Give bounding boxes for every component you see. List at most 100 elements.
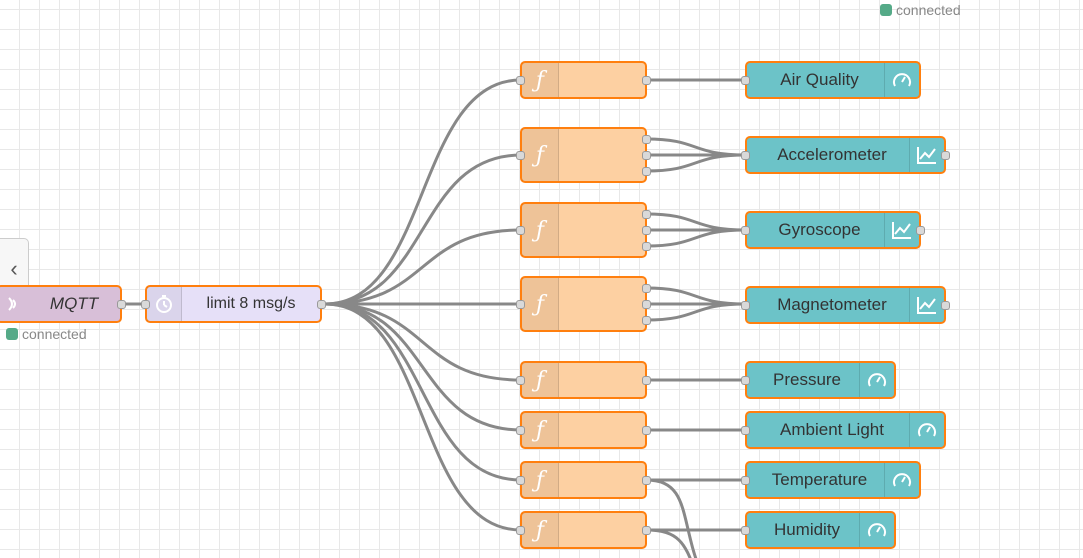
delay-node[interactable]: limit 8 msg/s [141, 285, 326, 323]
input-port[interactable] [741, 376, 750, 385]
input-port[interactable] [516, 376, 525, 385]
flow-canvas[interactable]: connected ‹ MQTT connected limit 8 msg/s… [0, 0, 1083, 558]
mqtt-status: connected [6, 326, 87, 342]
node-label: Magnetometer [777, 295, 887, 314]
mqtt-in-node[interactable]: MQTT [0, 285, 126, 323]
output-port[interactable] [642, 426, 651, 435]
input-port[interactable] [516, 151, 525, 160]
output-port[interactable] [642, 476, 651, 485]
dashboard-node-temperature[interactable]: Temperature [741, 461, 921, 499]
node-label: Air Quality [780, 70, 859, 89]
timer-icon [147, 287, 182, 321]
node-label: Pressure [772, 370, 842, 389]
input-port[interactable] [516, 76, 525, 85]
chart-icon [884, 213, 919, 247]
node-label: Ambient Light [780, 420, 884, 439]
status-text: connected [896, 2, 961, 18]
dashboard-node-magnetometer[interactable]: Magnetometer [741, 286, 950, 324]
wire-fn3a-out3 [645, 212, 747, 232]
function-icon: ƒ [522, 363, 559, 397]
output-port[interactable] [642, 316, 651, 325]
input-port[interactable] [141, 300, 150, 309]
function-node[interactable]: ƒ [516, 361, 651, 399]
wire-delay-fn6 [324, 302, 522, 432]
input-port[interactable] [516, 476, 525, 485]
wire-delay-fn7 [324, 302, 522, 482]
output-port[interactable] [941, 151, 950, 160]
input-port[interactable] [516, 426, 525, 435]
gauge-icon [859, 513, 894, 547]
input-port[interactable] [741, 426, 750, 435]
node-label: Gyroscope [778, 220, 861, 239]
function-icon: ƒ [522, 204, 559, 256]
function-node[interactable]: ƒ [516, 276, 651, 332]
input-port[interactable] [741, 301, 750, 310]
function-icon: ƒ [522, 278, 559, 330]
dashboard-node-gyroscope[interactable]: Gyroscope [741, 211, 925, 249]
dashboard-node-humidity[interactable]: Humidity [741, 511, 896, 549]
input-port[interactable] [741, 476, 750, 485]
output-port[interactable] [642, 526, 651, 535]
wireless-icon [0, 287, 28, 321]
input-port[interactable] [741, 226, 750, 235]
wire-delay-fn3 [324, 228, 522, 306]
gauge-icon [909, 413, 944, 447]
status-dot [880, 4, 892, 16]
chevron-left-icon: ‹ [10, 256, 18, 281]
function-node[interactable]: ƒ [516, 411, 651, 449]
wire-delay-fn2 [324, 153, 522, 306]
output-port[interactable] [941, 301, 950, 310]
dashboard-node-accelerometer[interactable]: Accelerometer [741, 136, 950, 174]
output-port[interactable] [642, 76, 651, 85]
output-port[interactable] [642, 376, 651, 385]
dashboard-node-air-quality[interactable]: Air Quality [741, 61, 921, 99]
node-label: Temperature [771, 470, 868, 489]
status-text: connected [22, 326, 87, 342]
output-port[interactable] [642, 242, 651, 251]
output-port[interactable] [642, 167, 651, 176]
gauge-icon [884, 63, 919, 97]
status-dot [6, 328, 18, 340]
function-node[interactable]: ƒ [516, 127, 651, 183]
wire-fn2a-out2 [645, 137, 747, 157]
output-port[interactable] [317, 300, 326, 309]
function-icon: ƒ [522, 129, 559, 181]
input-port[interactable] [516, 526, 525, 535]
wire-fn4a-out4 [645, 286, 747, 306]
output-port[interactable] [642, 226, 651, 235]
input-port[interactable] [516, 300, 525, 309]
chart-icon [909, 138, 944, 172]
function-node[interactable]: ƒ [516, 461, 651, 499]
function-icon: ƒ [522, 63, 559, 97]
input-port[interactable] [741, 151, 750, 160]
function-node[interactable]: ƒ [516, 511, 651, 549]
chart-icon [909, 288, 944, 322]
wire-delay-fn1 [324, 78, 522, 306]
function-node[interactable]: ƒ [516, 61, 651, 99]
input-port[interactable] [741, 76, 750, 85]
gauge-icon [884, 463, 919, 497]
output-port[interactable] [117, 300, 126, 309]
wire-fn2c-out2 [645, 153, 747, 173]
delay-node-label: limit 8 msg/s [206, 295, 296, 312]
output-port[interactable] [916, 226, 925, 235]
input-port[interactable] [741, 526, 750, 535]
dashboard-node-ambient-light[interactable]: Ambient Light [741, 411, 946, 449]
wire-fn7-offscreen [645, 478, 698, 558]
top-status: connected [880, 2, 961, 18]
node-label: Humidity [773, 520, 841, 539]
input-port[interactable] [516, 226, 525, 235]
wire-delay-fn8 [324, 302, 522, 532]
function-icon: ƒ [522, 463, 559, 497]
output-port[interactable] [642, 151, 651, 160]
output-port[interactable] [642, 135, 651, 144]
wire-fn3c-out3 [645, 228, 747, 248]
output-port[interactable] [642, 210, 651, 219]
function-icon: ƒ [522, 413, 559, 447]
output-port[interactable] [642, 300, 651, 309]
function-node[interactable]: ƒ [516, 202, 651, 258]
dashboard-node-pressure[interactable]: Pressure [741, 361, 896, 399]
wire-fn4c-out4 [645, 302, 747, 322]
output-port[interactable] [642, 284, 651, 293]
function-icon: ƒ [522, 513, 559, 547]
